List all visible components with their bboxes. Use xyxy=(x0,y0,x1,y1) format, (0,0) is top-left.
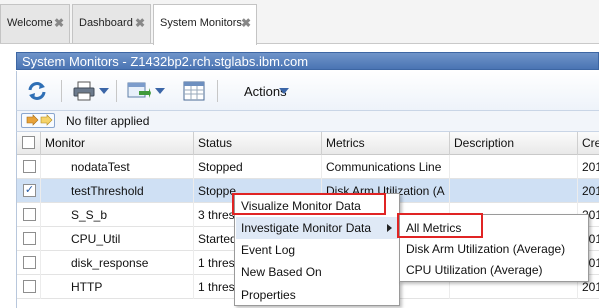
row-checkbox[interactable] xyxy=(23,256,36,269)
row-select-cell xyxy=(17,203,41,227)
filter-bar: No filter applied xyxy=(16,111,599,132)
row-checkbox[interactable] xyxy=(23,160,36,173)
filter-button[interactable] xyxy=(21,113,55,128)
row-select-cell xyxy=(17,251,41,275)
close-icon[interactable]: ✖ xyxy=(241,16,251,30)
refresh-icon[interactable] xyxy=(26,81,48,101)
row-select-cell: ✓ xyxy=(17,179,41,203)
panel-title: System Monitors - Z1432bp2.rch.stglabs.i… xyxy=(16,52,599,70)
print-icon[interactable] xyxy=(73,81,95,101)
column-header-description[interactable]: Description xyxy=(450,132,578,155)
chevron-down-icon[interactable] xyxy=(155,88,165,94)
row-checkbox[interactable]: ✓ xyxy=(23,184,36,197)
row-checkbox[interactable] xyxy=(23,232,36,245)
table-header: Monitor Status Metrics Description Cre xyxy=(17,132,599,155)
table-icon[interactable] xyxy=(183,81,205,101)
monitor-cell: nodataTest xyxy=(41,155,194,179)
tab-strip: Welcome ✖ Dashboard ✖ System Monitors ✖ xyxy=(0,0,599,45)
created-cell: 201 xyxy=(578,179,599,203)
row-select-cell xyxy=(17,227,41,251)
select-all-cell xyxy=(17,132,41,155)
menu-item-investigate-monitor-data[interactable]: Investigate Monitor Data xyxy=(236,217,398,239)
submenu-arrow-icon xyxy=(387,224,392,232)
description-cell xyxy=(450,179,578,203)
monitor-cell: HTTP xyxy=(41,275,194,299)
tab-label: Dashboard xyxy=(79,17,133,29)
menu-item-disk-arm-utilization[interactable]: Disk Arm Utilization (Average) xyxy=(401,238,587,260)
toolbar-separator xyxy=(217,80,218,102)
tab-label: Welcome xyxy=(7,17,53,29)
menu-item-new-based-on[interactable]: New Based On xyxy=(236,261,398,283)
tab-dashboard[interactable]: Dashboard ✖ xyxy=(72,4,151,43)
toolbar: Actions xyxy=(16,71,599,111)
column-header-monitor[interactable]: Monitor xyxy=(41,132,194,155)
export-icon[interactable] xyxy=(127,81,151,101)
monitor-cell: disk_response xyxy=(41,251,194,275)
metrics-cell: Communications Line xyxy=(322,155,450,179)
row-checkbox[interactable] xyxy=(23,208,36,221)
tab-label: System Monitors xyxy=(160,17,242,29)
toolbar-separator xyxy=(61,80,62,102)
close-icon[interactable]: ✖ xyxy=(54,16,64,30)
context-menu: Visualize Monitor Data Investigate Monit… xyxy=(234,193,400,306)
row-select-cell xyxy=(17,275,41,299)
chevron-down-icon[interactable] xyxy=(99,88,109,94)
row-checkbox[interactable] xyxy=(23,280,36,293)
created-cell: 201 xyxy=(578,155,599,179)
menu-item-visualize-monitor-data[interactable]: Visualize Monitor Data xyxy=(236,195,398,217)
menu-item-all-metrics[interactable]: All Metrics xyxy=(401,217,587,239)
monitor-cell: S_S_b xyxy=(41,203,194,227)
filter-icon xyxy=(26,114,53,126)
monitor-cell: testThreshold xyxy=(41,179,194,203)
close-icon[interactable]: ✖ xyxy=(135,16,145,30)
column-header-created[interactable]: Cre xyxy=(578,132,599,155)
tab-system-monitors[interactable]: System Monitors ✖ xyxy=(153,4,257,45)
column-header-status[interactable]: Status xyxy=(194,132,322,155)
column-header-metrics[interactable]: Metrics xyxy=(322,132,450,155)
filter-status-text: No filter applied xyxy=(66,114,150,128)
tab-welcome[interactable]: Welcome ✖ xyxy=(0,4,70,43)
select-all-checkbox[interactable] xyxy=(22,136,35,149)
table-row[interactable]: nodataTestStoppedCommunications Line 201 xyxy=(17,155,599,179)
status-cell: Stopped xyxy=(194,155,322,179)
chevron-down-icon[interactable] xyxy=(279,88,289,94)
menu-item-cpu-utilization[interactable]: CPU Utilization (Average) xyxy=(401,259,587,281)
description-cell xyxy=(450,155,578,179)
monitor-cell: CPU_Util xyxy=(41,227,194,251)
row-select-cell xyxy=(17,155,41,179)
menu-item-properties[interactable]: Properties xyxy=(236,284,398,306)
submenu: All Metrics Disk Arm Utilization (Averag… xyxy=(399,214,589,282)
toolbar-separator xyxy=(116,80,117,102)
menu-item-event-log[interactable]: Event Log xyxy=(236,239,398,261)
